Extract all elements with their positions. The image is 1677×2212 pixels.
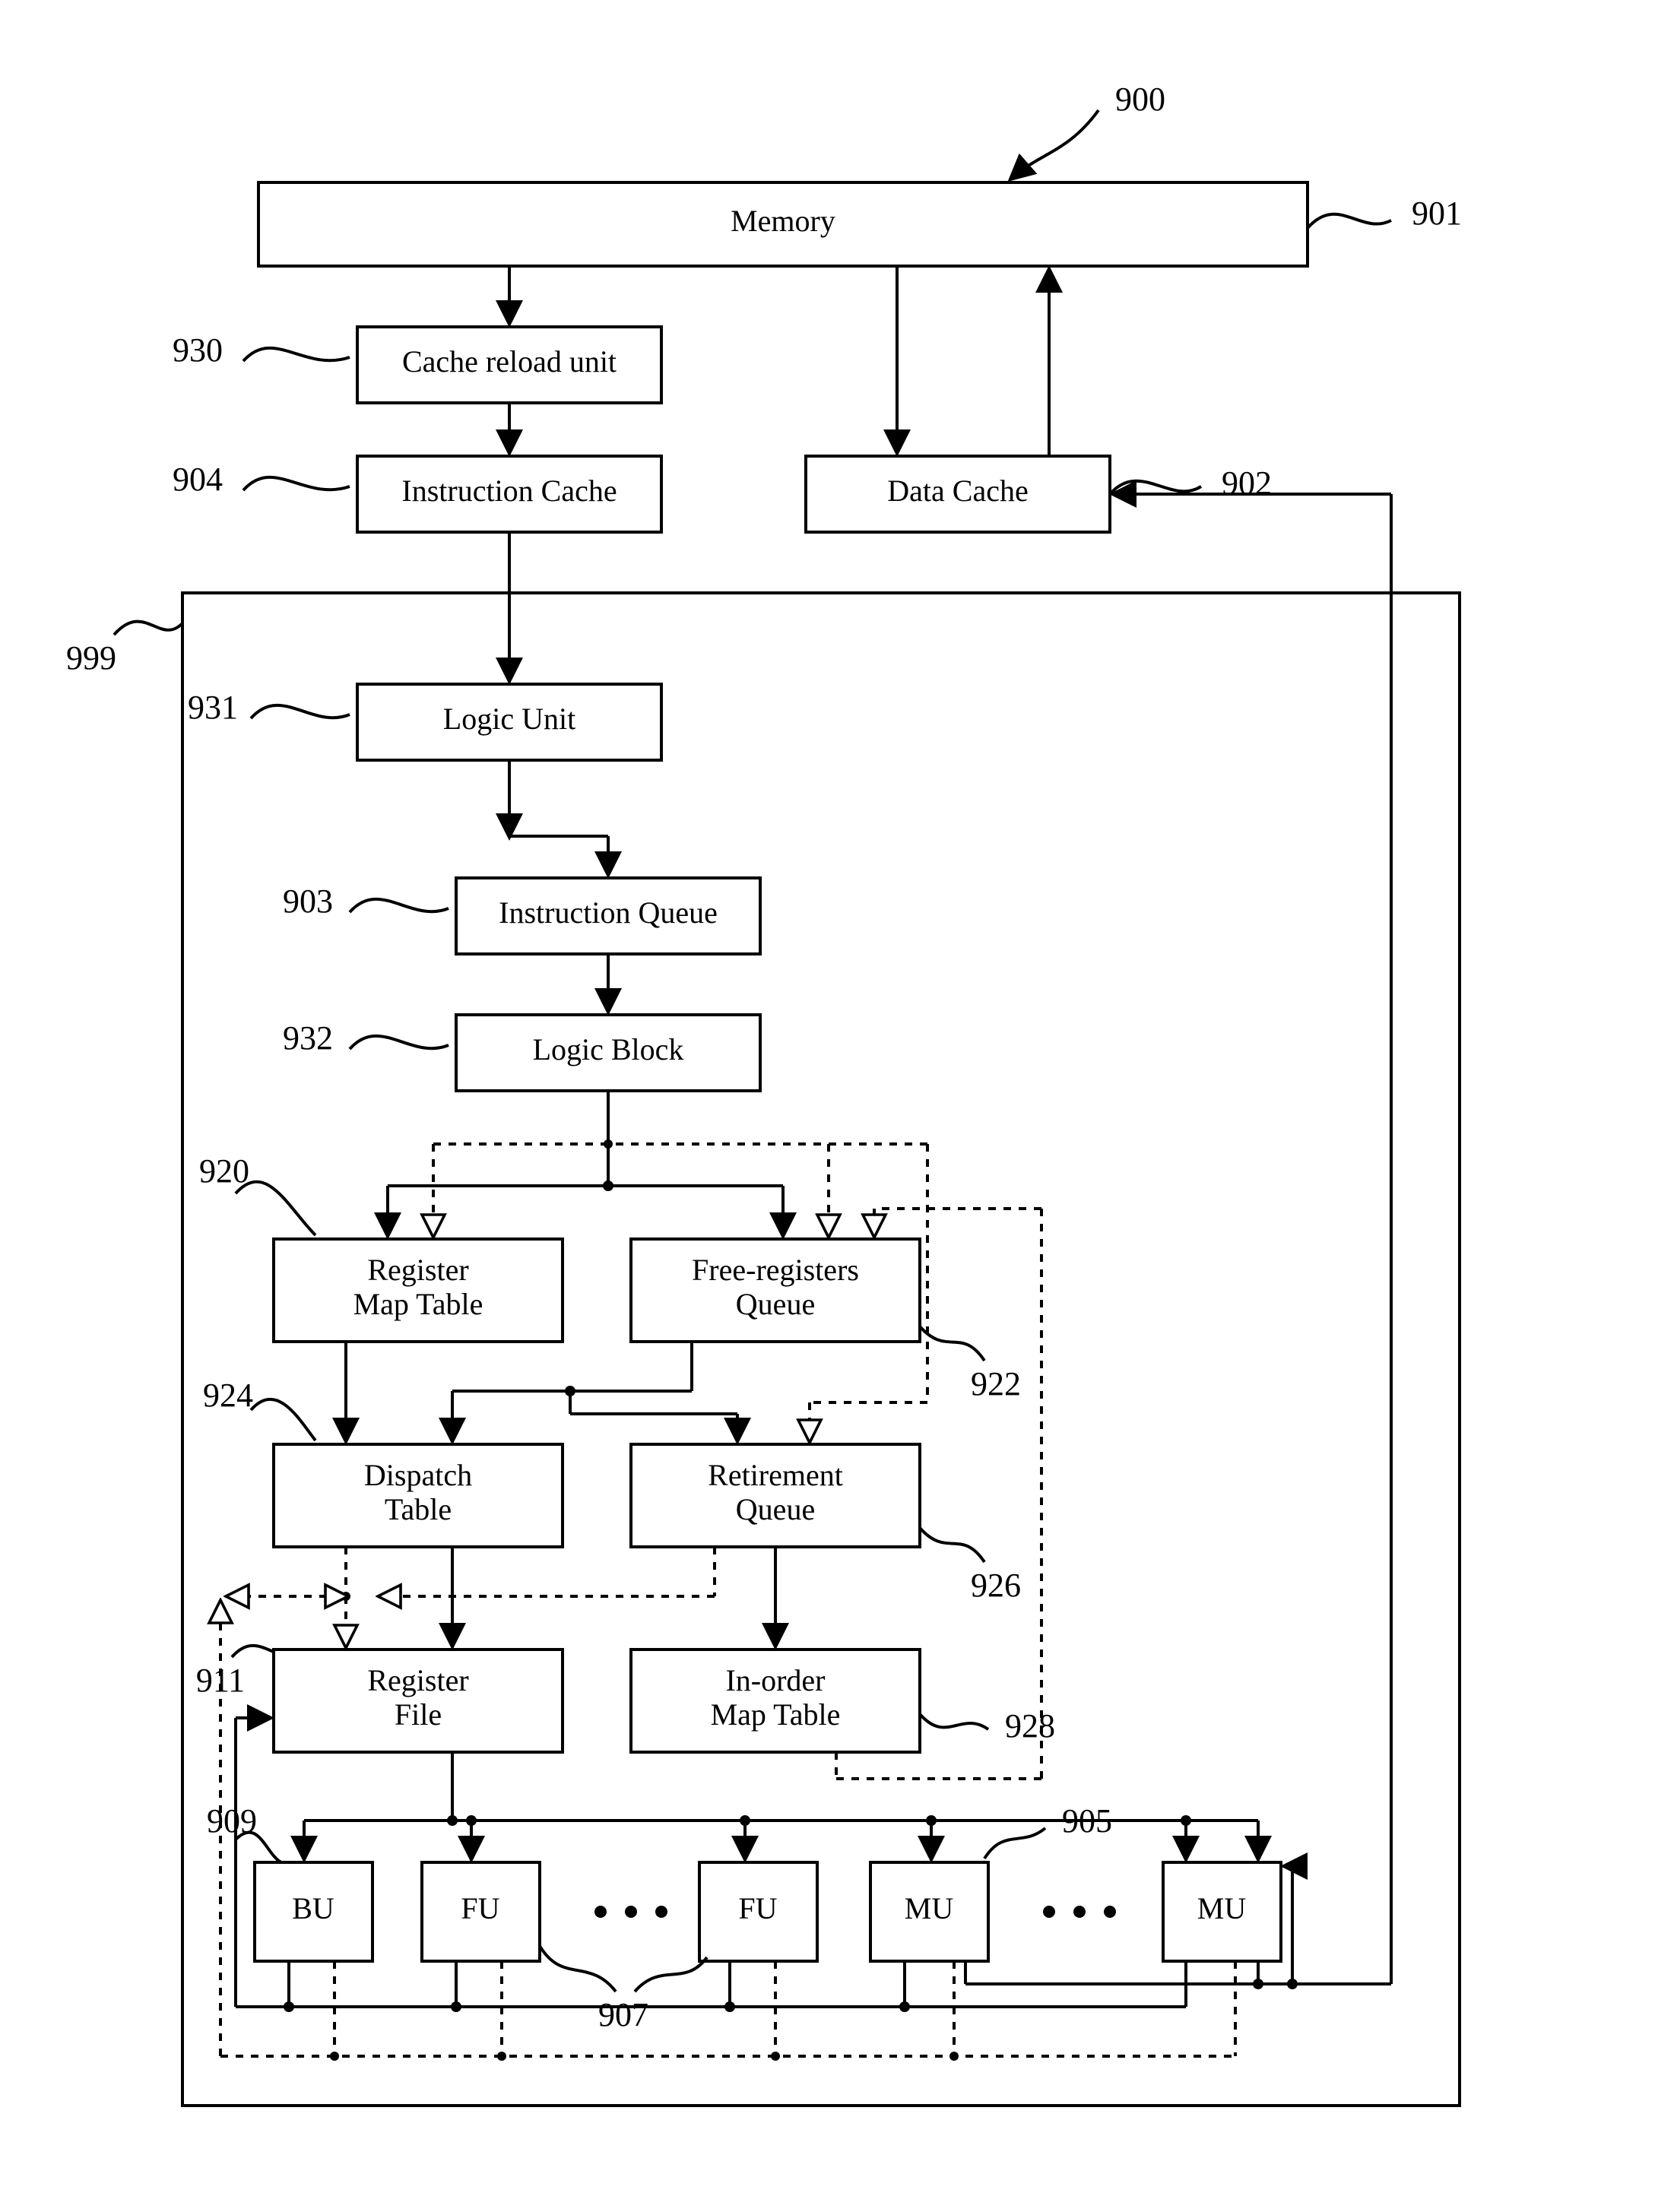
free-registers-queue-l2: Queue (736, 1287, 815, 1321)
logic-block-label: Logic Block (533, 1032, 684, 1066)
ref-900: 900 (1115, 81, 1165, 118)
logic-unit-label: Logic Unit (443, 702, 575, 736)
fu-label-1: FU (461, 1891, 499, 1925)
ref-920: 920 (199, 1152, 249, 1190)
ref-907: 907 (598, 1996, 648, 2033)
ref-926: 926 (971, 1567, 1021, 1604)
ref-928: 928 (1005, 1707, 1055, 1745)
ref-932: 932 (283, 1019, 333, 1057)
ref-911: 911 (196, 1662, 245, 1699)
ref-924: 924 (203, 1377, 253, 1414)
in-order-map-table-l1: In-order (725, 1663, 825, 1697)
ref-931: 931 (188, 689, 238, 726)
bu-label: BU (292, 1891, 334, 1925)
dispatch-table-l2: Table (385, 1492, 452, 1526)
register-file-l1: Register (367, 1663, 468, 1697)
dispatch-table-l1: Dispatch (364, 1458, 472, 1492)
mu-label-1: MU (905, 1891, 954, 1925)
ref-901: 901 (1412, 195, 1462, 232)
retirement-queue-l2: Queue (736, 1492, 815, 1526)
mu-label-2: MU (1197, 1891, 1247, 1925)
cache-reload-unit-label: Cache reload unit (402, 344, 617, 379)
instruction-cache-label: Instruction Cache (401, 474, 617, 508)
ref-905: 905 (1062, 1802, 1112, 1840)
ref-922: 922 (971, 1365, 1021, 1402)
register-map-table-l1: Register (367, 1253, 468, 1287)
ref-902: 902 (1222, 464, 1272, 502)
register-file-l2: File (395, 1697, 442, 1732)
in-order-map-table-l2: Map Table (711, 1697, 841, 1732)
ref-930: 930 (173, 331, 223, 369)
instruction-queue-label: Instruction Queue (499, 895, 718, 930)
ref-904: 904 (173, 461, 223, 498)
free-registers-queue-l1: Free-registers (692, 1253, 859, 1287)
diagram-canvas: 900 Memory 901 Cache reload unit 930 Ins… (0, 0, 1677, 2212)
retirement-queue-l1: Retirement (708, 1458, 843, 1492)
ellipsis-icon (594, 1906, 667, 1918)
ref-999: 999 (66, 639, 116, 677)
ellipsis-icon-2 (1043, 1906, 1116, 1918)
ref-903: 903 (283, 883, 333, 920)
ref-909: 909 (207, 1802, 257, 1840)
register-map-table-l2: Map Table (353, 1287, 483, 1321)
data-cache-label: Data Cache (887, 474, 1028, 508)
fu-label-2: FU (738, 1891, 777, 1925)
memory-label: Memory (731, 204, 835, 238)
